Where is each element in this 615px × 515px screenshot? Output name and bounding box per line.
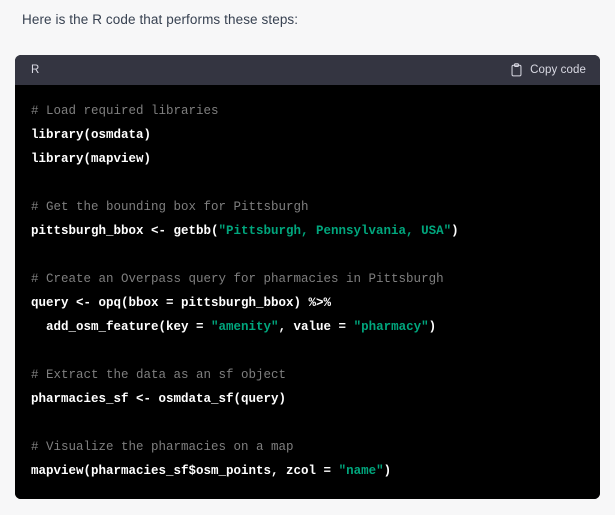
code-string: "amenity" (211, 320, 279, 334)
chat-message-panel: Here is the R code that performs these s… (0, 0, 615, 515)
code-token: ) (451, 224, 459, 238)
copy-code-button[interactable]: Copy code (510, 63, 586, 77)
code-line: mapview(pharmacies_sf$osm_points, zcol =… (31, 459, 584, 483)
code-token: add_osm_feature(key = (31, 320, 212, 334)
code-line: # Get the bounding box for Pittsburgh (31, 195, 584, 219)
code-language-label: R (31, 64, 40, 76)
code-string: "name" (338, 464, 384, 478)
code-token: library(osmdata) (31, 128, 152, 142)
code-comment: # Create an Overpass query for pharmacie… (31, 272, 444, 286)
code-token: pharmacies_sf <- osmdata_sf(query) (31, 392, 287, 406)
code-comment: # Get the bounding box for Pittsburgh (31, 200, 309, 214)
code-block: R Copy code # Load required libraries lib… (15, 55, 600, 499)
code-token: library(mapview) (31, 152, 152, 166)
code-token: , value = (278, 320, 354, 334)
code-comment: # Load required libraries (31, 104, 219, 118)
code-block-header: R Copy code (15, 55, 600, 85)
code-comment: # Visualize the pharmacies on a map (31, 440, 294, 454)
code-line: # Create an Overpass query for pharmacie… (31, 267, 584, 291)
code-line: pharmacies_sf <- osmdata_sf(query) (31, 387, 584, 411)
code-line: # Load required libraries (31, 99, 584, 123)
intro-paragraph: Here is the R code that performs these s… (22, 12, 299, 27)
code-line: # Visualize the pharmacies on a map (31, 435, 584, 459)
clipboard-icon (511, 63, 522, 77)
code-token: mapview(pharmacies_sf$osm_points, zcol = (31, 464, 339, 478)
code-line: library(mapview) (31, 147, 584, 171)
code-token: query <- opq(bbox = pittsburgh_bbox) %>% (31, 296, 332, 310)
copy-code-label: Copy code (530, 64, 586, 76)
code-line: pittsburgh_bbox <- getbb("Pittsburgh, Pe… (31, 219, 584, 243)
code-token: ) (383, 464, 392, 478)
code-line: library(osmdata) (31, 123, 584, 147)
code-line: add_osm_feature(key = "amenity", value =… (31, 315, 584, 339)
code-line: query <- opq(bbox = pittsburgh_bbox) %>% (31, 291, 584, 315)
code-content[interactable]: # Load required libraries library(osmdata… (15, 85, 600, 499)
code-line: # Extract the data as an sf object (31, 363, 584, 387)
code-string: "pharmacy" (353, 320, 429, 334)
code-token: pittsburgh_bbox <- getbb( (31, 224, 219, 238)
code-comment: # Extract the data as an sf object (31, 368, 287, 382)
code-token: ) (428, 320, 437, 334)
code-string: "Pittsburgh, Pennsylvania, USA" (218, 224, 452, 238)
